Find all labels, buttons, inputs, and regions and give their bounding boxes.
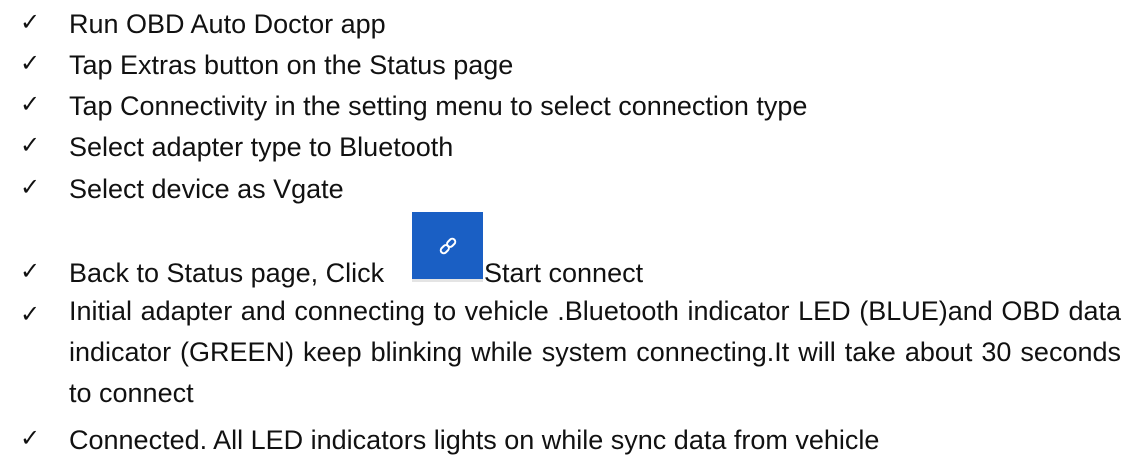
checkmark-icon: ✓ [19,8,41,36]
checkmark-icon: ✓ [19,424,41,452]
step-text: Connected. All LED indicators lights on … [69,425,880,455]
step-text-after-button: Start connect [484,258,644,288]
checkmark-icon: ✓ [19,90,41,118]
step-text: Select adapter type to Bluetooth [69,132,454,162]
checkmark-icon: ✓ [19,300,41,328]
checkmark-icon: ✓ [19,173,41,201]
step-text: Initial adapter and connecting to vehicl… [69,296,1121,408]
step-text: Run OBD Auto Doctor app [69,9,386,39]
step-text: Tap Connectivity in the setting menu to … [69,91,808,121]
checkmark-icon: ✓ [19,257,41,285]
step-text-before-button: Back to Status page, Click [69,258,385,288]
checkmark-icon: ✓ [19,49,41,77]
step-text: Tap Extras button on the Status page [69,50,514,80]
start-connect-button[interactable] [412,212,483,282]
checkmark-icon: ✓ [19,131,41,159]
link-icon [439,237,456,254]
step-text: Select device as Vgate [69,174,344,204]
instruction-list: ✓ Run OBD Auto Doctor app ✓ Tap Extras b… [0,0,1128,455]
